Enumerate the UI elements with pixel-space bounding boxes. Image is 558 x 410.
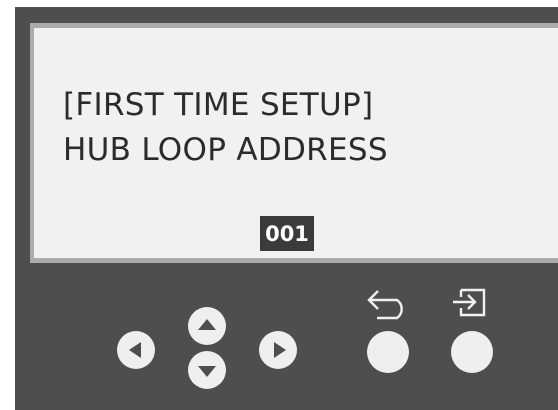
right-button[interactable] — [259, 331, 297, 369]
left-button[interactable] — [117, 331, 155, 369]
lcd-screen: [FIRST TIME SETUP] HUB LOOP ADDRESS 001 — [34, 28, 558, 258]
control-panel: [FIRST TIME SETUP] HUB LOOP ADDRESS 001 — [15, 7, 558, 410]
right-arrow-icon — [273, 342, 286, 358]
back-arrow-icon — [367, 290, 403, 320]
down-button[interactable] — [188, 351, 226, 389]
left-arrow-icon — [128, 342, 141, 358]
screen-title: [FIRST TIME SETUP] — [63, 87, 374, 123]
up-arrow-icon — [198, 319, 216, 330]
down-arrow-icon — [198, 366, 216, 377]
enter-button[interactable] — [451, 331, 493, 373]
screen-setting-label: HUB LOOP ADDRESS — [63, 132, 388, 168]
enter-icon — [453, 288, 486, 317]
address-value-field[interactable]: 001 — [260, 216, 314, 251]
up-button[interactable] — [188, 307, 226, 345]
display-bezel: [FIRST TIME SETUP] HUB LOOP ADDRESS 001 — [30, 23, 558, 263]
back-button[interactable] — [367, 331, 409, 373]
